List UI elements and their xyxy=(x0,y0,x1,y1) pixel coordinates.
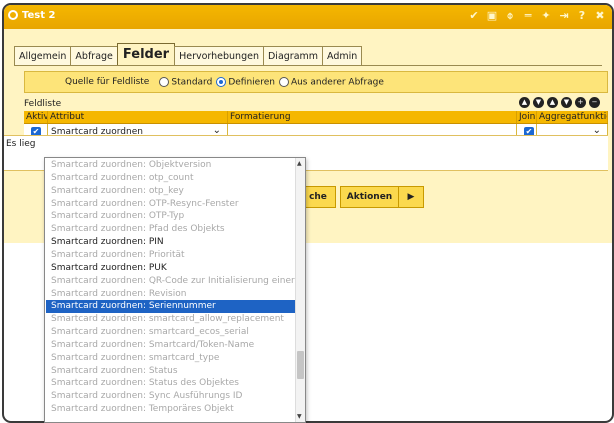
link-icon[interactable]: ⌽ xyxy=(504,9,516,23)
unpin-icon[interactable]: ⇥ xyxy=(558,9,570,23)
scroll-up-icon[interactable]: ▲ xyxy=(297,160,302,167)
header-attribut: Attribut xyxy=(48,111,228,123)
tab-felder[interactable]: Felder xyxy=(116,43,176,65)
source-radio-group: Standard Definieren Aus anderer Abfrage xyxy=(155,76,384,88)
dropdown-option[interactable]: Smartcard zuordnen: otp_count xyxy=(46,172,296,185)
move-bottom-icon[interactable]: ▼ xyxy=(561,97,572,108)
dropdown-option[interactable]: Smartcard zuordnen: OTP-Resync-Fenster xyxy=(46,198,296,211)
remove-row-icon[interactable]: − xyxy=(589,97,600,108)
header-aktiv: Aktiv xyxy=(26,111,48,123)
radio-label-1: Definieren xyxy=(228,77,275,88)
radio-label-2: Aus anderer Abfrage xyxy=(290,77,384,88)
source-label: Quelle für Feldliste xyxy=(65,77,150,87)
grid-header: Aktiv Attribut Formatierung Join Aggrega… xyxy=(24,111,608,124)
move-down-icon[interactable]: ▼ xyxy=(533,97,544,108)
dropdown-option[interactable]: Smartcard zuordnen: otp_key xyxy=(46,185,296,198)
header-formatierung: Formatierung xyxy=(228,111,517,123)
dropdown-option[interactable]: Smartcard zuordnen: Pfad des Objekts xyxy=(46,223,296,236)
tab-admin[interactable]: Admin xyxy=(322,46,363,65)
status-message: Es lieg xyxy=(6,139,36,149)
scroll-down-icon[interactable]: ▼ xyxy=(297,413,302,420)
move-top-icon[interactable]: ▲ xyxy=(547,97,558,108)
dropdown-option[interactable]: Smartcard zuordnen: Status xyxy=(46,365,296,378)
title-bar[interactable]: Test 2 ✔ ▣ ⌽ ═ ✦ ⇥? ✖ xyxy=(4,5,612,29)
help-icon[interactable]: ? xyxy=(576,9,588,23)
radio-0[interactable] xyxy=(159,76,170,87)
pin-icon[interactable]: ✦ xyxy=(540,9,552,23)
dropdown-option[interactable]: Smartcard zuordnen: smartcard_allow_repl… xyxy=(46,313,296,326)
header-join: Join xyxy=(519,111,537,123)
scroll-thumb[interactable] xyxy=(297,351,304,379)
dropdown-option[interactable]: Smartcard zuordnen: smartcard_ecos_seria… xyxy=(46,326,296,339)
dropdown-option[interactable]: Smartcard zuordnen: OTP-Typ xyxy=(46,210,296,223)
move-up-icon[interactable]: ▲ xyxy=(519,97,530,108)
tab-diagramm[interactable]: Diagramm xyxy=(262,46,324,65)
tab-allgemein[interactable]: Allgemein xyxy=(14,46,72,65)
source-row: Quelle für Feldliste Standard Definieren A… xyxy=(24,71,608,93)
square-icon[interactable]: ▣ xyxy=(486,9,498,23)
dropdown-option[interactable]: Smartcard zuordnen: QR-Code zur Initiali… xyxy=(46,275,296,288)
add-row-icon[interactable]: + xyxy=(575,97,586,108)
actions-button-label: Aktionen xyxy=(341,187,399,207)
tab-hervorhebungen[interactable]: Hervorhebungen xyxy=(174,46,264,65)
dropdown-option[interactable]: Smartcard zuordnen: Status des Objektes xyxy=(46,377,296,390)
radio-2[interactable] xyxy=(278,76,289,87)
window-icon xyxy=(8,10,18,20)
dropdown-option[interactable]: Smartcard zuordnen: Sync Ausführungs ID xyxy=(46,390,296,403)
close-icon[interactable]: ✖ xyxy=(594,9,606,23)
dropdown-option[interactable]: Smartcard zuordnen: PUK xyxy=(46,262,296,275)
field-list-label: Feldliste xyxy=(24,99,62,109)
window-title: Test 2 xyxy=(22,10,56,21)
radio-1[interactable] xyxy=(216,76,227,87)
dropdown-option[interactable]: Smartcard zuordnen: Seriennummer xyxy=(46,300,296,314)
radio-label-0: Standard xyxy=(171,77,213,88)
dropdown-option[interactable]: Smartcard zuordnen: PIN xyxy=(46,236,296,249)
dropdown-option[interactable]: Smartcard zuordnen: Temporäres Objekt xyxy=(46,403,296,416)
header-aggregat: Aggregatfunktion xyxy=(539,111,608,123)
dropdown-option[interactable]: Smartcard zuordnen: Revision xyxy=(46,288,296,301)
check-icon[interactable]: ✔ xyxy=(468,9,480,23)
title-bar-tools: ✔ ▣ ⌽ ═ ✦ ⇥? ✖ xyxy=(468,9,606,23)
field-list-tools: ▲ ▼ ▲ ▼ + − xyxy=(519,97,600,108)
minimize-icon[interactable]: ═ xyxy=(522,9,534,23)
tab-abfrage[interactable]: Abfrage xyxy=(70,46,118,65)
tab-divider xyxy=(14,65,602,66)
dropdown-scrollbar[interactable]: ▲ ▼ xyxy=(295,158,305,422)
dropdown-option[interactable]: Smartcard zuordnen: Objektversion xyxy=(46,159,296,172)
dropdown-option[interactable]: Smartcard zuordnen: Smartcard/Token-Name xyxy=(46,339,296,352)
actions-arrow-icon[interactable]: ▶ xyxy=(399,192,423,202)
dropdown-option[interactable]: Smartcard zuordnen: Priorität xyxy=(46,249,296,262)
tab-bar: Allgemein Abfrage Felder Hervorhebungen Diag… xyxy=(14,43,363,65)
dropdown-option[interactable]: Smartcard zuordnen: smartcard_type xyxy=(46,352,296,365)
actions-button[interactable]: Aktionen ▶ xyxy=(340,186,424,208)
attribute-dropdown-list[interactable]: Smartcard zuordnen: Objektversion Smartca… xyxy=(44,157,306,423)
